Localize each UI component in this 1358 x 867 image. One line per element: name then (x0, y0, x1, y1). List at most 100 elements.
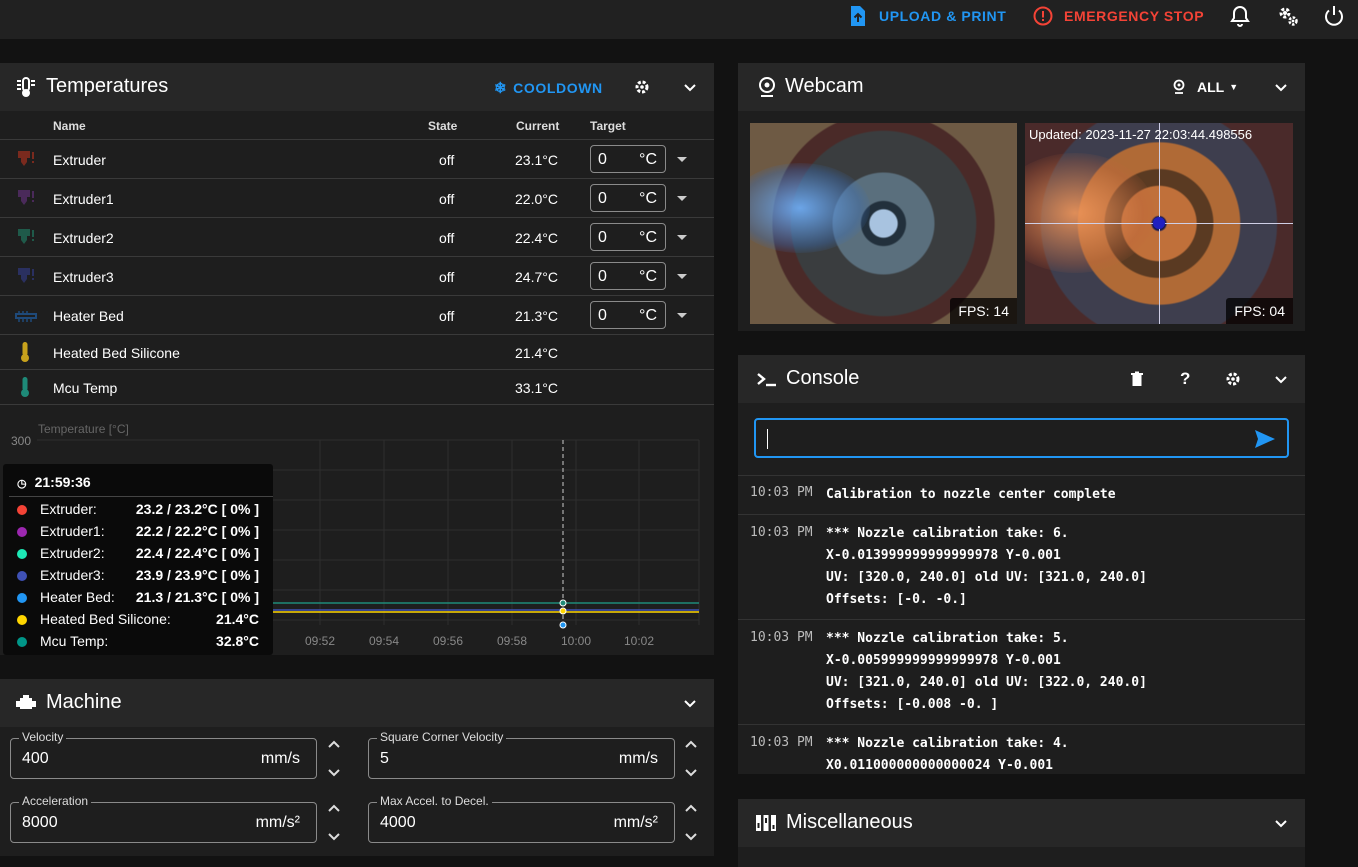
tooltip-header: ◷ 21:59:36 (17, 474, 91, 490)
chevron-up-icon[interactable] (327, 739, 341, 749)
target-unit: °C (639, 151, 657, 168)
col-header-state: State (428, 119, 458, 133)
row-current: 21.3°C (515, 308, 558, 324)
chevron-down-icon[interactable] (1272, 78, 1290, 96)
preset-dropdown-icon[interactable] (677, 235, 687, 240)
webcam-icon (759, 77, 775, 97)
col-header-target: Target (590, 119, 626, 133)
acceleration-field[interactable]: Acceleration 8000 mm/s² (10, 794, 317, 843)
webcam-view-1[interactable]: FPS: 14 (750, 123, 1017, 324)
target-input[interactable]: 0 °C (590, 223, 666, 251)
console-message: *** Nozzle calibration take: 5. X-0.0059… (826, 631, 1147, 712)
nozzle-glow (1025, 153, 1155, 273)
console-title: Console (786, 367, 860, 389)
row-current: 24.7°C (515, 269, 558, 285)
square-corner-velocity-field[interactable]: Square Corner Velocity 5 mm/s (368, 730, 675, 779)
row-state: off (439, 269, 455, 285)
chevron-down-icon[interactable] (684, 768, 698, 778)
row-state: off (439, 152, 455, 168)
col-header-name: Name (53, 119, 86, 133)
bell-icon[interactable] (1228, 4, 1252, 28)
tooltip-label: Heater Bed: (40, 589, 115, 605)
cooldown-button[interactable]: ❄ COOLDOWN (494, 79, 603, 97)
chevron-down-icon[interactable] (681, 78, 699, 96)
row-name: Extruder1 (53, 191, 114, 207)
cogs-icon[interactable] (1276, 4, 1300, 28)
chevron-up-icon[interactable] (684, 803, 698, 813)
miscellaneous-header: Miscellaneous (738, 799, 1305, 847)
upload-print-button[interactable]: UPLOAD & PRINT (849, 0, 1006, 31)
chevron-down-icon[interactable] (681, 694, 699, 712)
tooltip-value: 22.2 / 22.2°C [ 0% ] (135, 523, 259, 539)
upload-file-icon (851, 5, 865, 26)
help-icon[interactable]: ? (1180, 369, 1190, 389)
console-header: Console ? (738, 355, 1305, 403)
row-name: Heater Bed (53, 308, 124, 324)
field-value: 8000 (22, 814, 58, 831)
chart-y-tick-300: 300 (11, 434, 31, 448)
trash-icon[interactable] (1130, 371, 1144, 387)
app-bar: UPLOAD & PRINT EMERGENCY STOP (0, 0, 1358, 39)
webcam-small-icon (1173, 79, 1185, 94)
row-name: Mcu Temp (53, 380, 118, 396)
send-icon[interactable] (1253, 428, 1277, 450)
target-input[interactable]: 0 °C (590, 184, 666, 212)
emergency-stop-button[interactable]: EMERGENCY STOP (1033, 0, 1204, 31)
target-input[interactable]: 0 °C (590, 301, 666, 329)
settings-gear-icon[interactable] (1225, 371, 1241, 387)
tooltip-label: Mcu Temp: (40, 633, 109, 649)
tooltip-row: Extruder1: 22.2 / 22.2°C [ 0% ] (3, 521, 273, 543)
target-unit: °C (639, 229, 657, 246)
field-label: Velocity (19, 730, 67, 744)
target-unit: °C (639, 307, 657, 324)
target-value: 0 (598, 307, 607, 324)
row-state: off (439, 230, 455, 246)
row-current: 22.4°C (515, 230, 558, 246)
extruder-icon (18, 190, 34, 205)
engine-icon (16, 695, 36, 709)
settings-gear-icon[interactable] (634, 79, 650, 95)
target-unit: °C (639, 190, 657, 207)
chevron-up-icon[interactable] (327, 803, 341, 813)
miscellaneous-title: Miscellaneous (786, 811, 913, 833)
power-icon[interactable] (1322, 4, 1346, 28)
tooltip-row: Extruder2: 22.4 / 22.4°C [ 0% ] (3, 543, 273, 565)
emergency-stop-label: EMERGENCY STOP (1064, 7, 1205, 24)
chart-point-bed (559, 607, 567, 615)
tooltip-label: Heated Bed Silicone: (40, 611, 171, 627)
row-current: 21.4°C (515, 345, 558, 361)
target-input[interactable]: 0 °C (590, 262, 666, 290)
temp-row-heater-bed: Heater Bed off 21.3°C 0 °C (0, 295, 714, 334)
preset-dropdown-icon[interactable] (677, 196, 687, 201)
clock-icon: ◷ (17, 478, 27, 490)
max-accel-to-decel-field[interactable]: Max Accel. to Decel. 4000 mm/s² (368, 794, 675, 843)
chevron-down-icon[interactable] (1272, 814, 1290, 832)
preset-dropdown-icon[interactable] (677, 274, 687, 279)
webcam-header: Webcam ALL ▼ (738, 63, 1305, 111)
tooltip-value: 21.4°C (216, 611, 259, 627)
velocity-field[interactable]: Velocity 400 mm/s (10, 730, 317, 779)
temp-row-extruder: Extruder off 23.1°C 0 °C (0, 139, 714, 178)
chevron-down-icon[interactable] (327, 832, 341, 842)
chevron-up-icon[interactable] (684, 739, 698, 749)
chevron-down-icon[interactable] (684, 832, 698, 842)
miscellaneous-card: Miscellaneous (738, 799, 1305, 867)
console-input[interactable] (754, 418, 1289, 458)
field-unit: mm/s² (613, 814, 658, 831)
webcam-view-2[interactable]: Updated: 2023-11-27 22:03:44.498556 FPS:… (1025, 123, 1293, 324)
chart-x-tick: 10:02 (624, 634, 654, 648)
preset-dropdown-icon[interactable] (677, 313, 687, 318)
chevron-down-icon[interactable] (1272, 370, 1290, 388)
console-entry: 10:03 PM *** Nozzle calibration take: 4.… (738, 724, 1305, 774)
webcam-filter-dropdown[interactable]: ALL ▼ (1172, 79, 1238, 95)
target-input[interactable]: 0 °C (590, 145, 666, 173)
chevron-down-icon[interactable] (327, 768, 341, 778)
series-color-dot (17, 615, 27, 625)
chart-y-axis-label: Temperature [°C] (38, 422, 129, 436)
console-card: Console ? 10:03 PM Calibration to nozzle… (738, 355, 1305, 774)
extruder-icon (18, 151, 34, 166)
preset-dropdown-icon[interactable] (677, 157, 687, 162)
extruder-icon (18, 268, 34, 283)
row-name: Heated Bed Silicone (53, 345, 180, 361)
series-color-dot (17, 593, 27, 603)
